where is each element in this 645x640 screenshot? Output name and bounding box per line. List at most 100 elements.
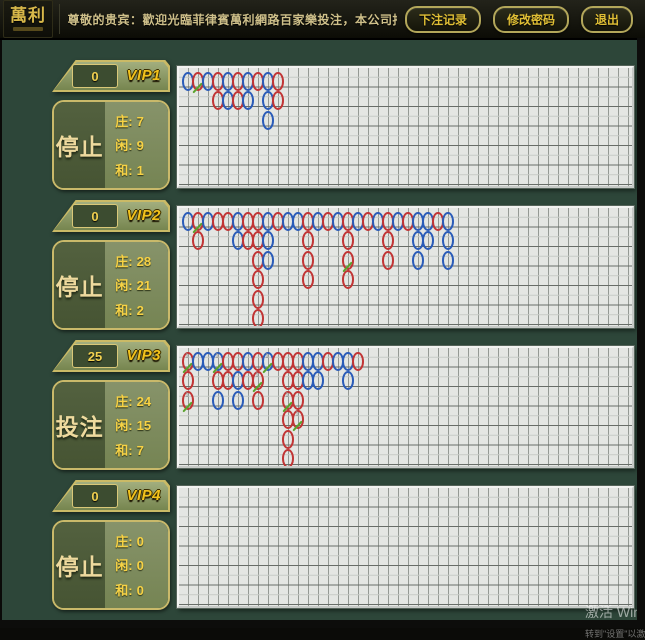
topbar-divider <box>59 4 60 34</box>
vip3-status: 投注 <box>56 408 104 442</box>
tie-value: 1 <box>137 163 144 178</box>
player-circle <box>312 371 324 390</box>
banker-circle-tie: 1 <box>182 391 194 410</box>
vip2-status: 停止 <box>56 268 104 302</box>
vip3-status-pane: 投注 <box>54 382 105 468</box>
player-circle <box>442 231 454 250</box>
tie-count-number: 1 <box>265 353 269 360</box>
vip1-card: 0 VIP1 停止 庄:7 闲:9 和:1 <box>52 60 170 190</box>
vip4-info-box[interactable]: 停止 庄:0 闲:0 和:0 <box>52 520 170 610</box>
player-circle <box>212 391 224 410</box>
player-count-row: 闲:0 <box>115 555 168 574</box>
vip4-badge: 0 VIP4 <box>52 480 170 512</box>
banker-circle <box>252 309 264 328</box>
tie-label: 和: <box>115 443 132 458</box>
player-value: 9 <box>137 138 144 153</box>
vip3-label: VIP3 <box>126 347 161 364</box>
vip1-status: 停止 <box>56 128 104 162</box>
banker-circle <box>272 72 284 91</box>
logout-button[interactable]: 退出 <box>581 6 633 33</box>
tie-count-number: 1 <box>285 392 289 399</box>
player-label: 闲: <box>115 278 132 293</box>
banker-circle <box>192 231 204 250</box>
banker-circle <box>182 371 194 390</box>
vip2-card: 0 VIP2 停止 庄:28 闲: 21 和: 2 <box>52 200 170 330</box>
site-logo-text: 萬利 <box>10 7 46 25</box>
player-circle <box>232 391 244 410</box>
vip1-badge: 0 VIP1 <box>52 60 170 92</box>
player-count-row: 闲: 21 <box>115 275 168 294</box>
vip2-section: 0 VIP2 停止 庄:28 闲: 21 和: 2 <box>2 188 645 328</box>
vip4-status: 停止 <box>56 548 104 582</box>
vip3-countdown: 25 <box>72 344 118 368</box>
tie-count-number: 1 <box>255 372 259 379</box>
tie-value: 0 <box>137 583 144 598</box>
banker-circle-tie: 1 <box>292 410 304 429</box>
window-frame-right <box>637 38 645 628</box>
vip2-badge: 0 VIP2 <box>52 200 170 232</box>
player-circle <box>342 371 354 390</box>
window-frame-bottom <box>0 620 645 628</box>
banker-circle <box>292 391 304 410</box>
player-circle <box>262 251 274 270</box>
top-bar: 萬利 尊敬的贵宾：歡迎光臨菲律賓萬利網路百家樂投注，本公司持有菲律賓政府批出的合… <box>0 0 645 40</box>
banker-count-row: 庄:28 <box>115 251 168 270</box>
banker-circle <box>342 231 354 250</box>
tie-value: 2 <box>137 303 144 318</box>
banker-circle <box>302 231 314 250</box>
banker-value: 7 <box>137 114 144 129</box>
vip4-label: VIP4 <box>126 487 161 504</box>
player-circle <box>262 231 274 250</box>
vip1-stats: 庄:7 闲:9 和:1 <box>105 102 168 188</box>
vip3-stats: 庄:24 闲:15 和:7 <box>105 382 168 468</box>
tie-count-number: 1 <box>295 411 299 418</box>
banker-circle <box>352 352 364 371</box>
vip3-info-box[interactable]: 投注 庄:24 闲:15 和:7 <box>52 380 170 470</box>
vip4-countdown: 0 <box>72 484 118 508</box>
player-circle <box>242 91 254 110</box>
tie-label: 和: <box>115 163 132 178</box>
player-circle <box>422 231 434 250</box>
vip4-status-pane: 停止 <box>54 522 105 608</box>
vip1-section: 0 VIP1 停止 庄:7 闲:9 和:1 <box>2 48 645 188</box>
player-count-row: 闲:15 <box>115 415 168 434</box>
vip2-label: VIP2 <box>126 207 161 224</box>
banker-value: 24 <box>137 394 151 409</box>
tie-count-number: 1 <box>215 353 219 360</box>
player-label: 闲: <box>115 558 132 573</box>
banker-circle-tie <box>342 251 354 270</box>
topbar-buttons: 下注记录 修改密码 退出 <box>405 6 633 33</box>
tie-count-number: 1 <box>185 353 189 360</box>
tie-slash-icon <box>292 421 302 432</box>
tie-label: 和: <box>115 303 132 318</box>
player-circle <box>442 251 454 270</box>
player-label: 闲: <box>115 138 132 153</box>
player-value: 21 <box>137 278 151 293</box>
banker-circle <box>342 270 354 289</box>
vip2-status-pane: 停止 <box>54 242 105 328</box>
tie-slash-icon <box>192 82 202 93</box>
vip3-road-panel: 1 1 1 1 1 1 1 <box>177 346 634 468</box>
banker-count-row: 庄:24 <box>115 391 168 410</box>
watermark-line2: 转到"设置"以激活 Windows。 <box>585 627 645 640</box>
bet-records-button[interactable]: 下注记录 <box>405 6 481 33</box>
vip4-card: 0 VIP4 停止 庄:0 闲:0 和:0 <box>52 480 170 610</box>
vip3-card: 25 VIP3 投注 庄:24 闲:15 和:7 <box>52 340 170 470</box>
vip2-countdown: 0 <box>72 204 118 228</box>
vip2-stats: 庄:28 闲: 21 和: 2 <box>105 242 168 328</box>
banker-circle <box>302 270 314 289</box>
vip1-label: VIP1 <box>126 67 161 84</box>
main-content: 0 VIP1 停止 庄:7 闲:9 和:1 0 VIP2 <box>0 40 645 628</box>
tie-count-row: 和:7 <box>115 440 168 459</box>
vip1-countdown: 0 <box>72 64 118 88</box>
vip1-road-panel <box>177 66 634 188</box>
banker-circle <box>252 290 264 309</box>
vip4-stats: 庄:0 闲:0 和:0 <box>105 522 168 608</box>
vip2-road-panel <box>177 206 634 328</box>
banker-count-row: 庄:0 <box>115 531 168 550</box>
vip1-info-box[interactable]: 停止 庄:7 闲:9 和:1 <box>52 100 170 190</box>
player-circle <box>412 251 424 270</box>
vip2-info-box[interactable]: 停止 庄:28 闲: 21 和: 2 <box>52 240 170 330</box>
banker-circle <box>272 91 284 110</box>
change-password-button[interactable]: 修改密码 <box>493 6 569 33</box>
